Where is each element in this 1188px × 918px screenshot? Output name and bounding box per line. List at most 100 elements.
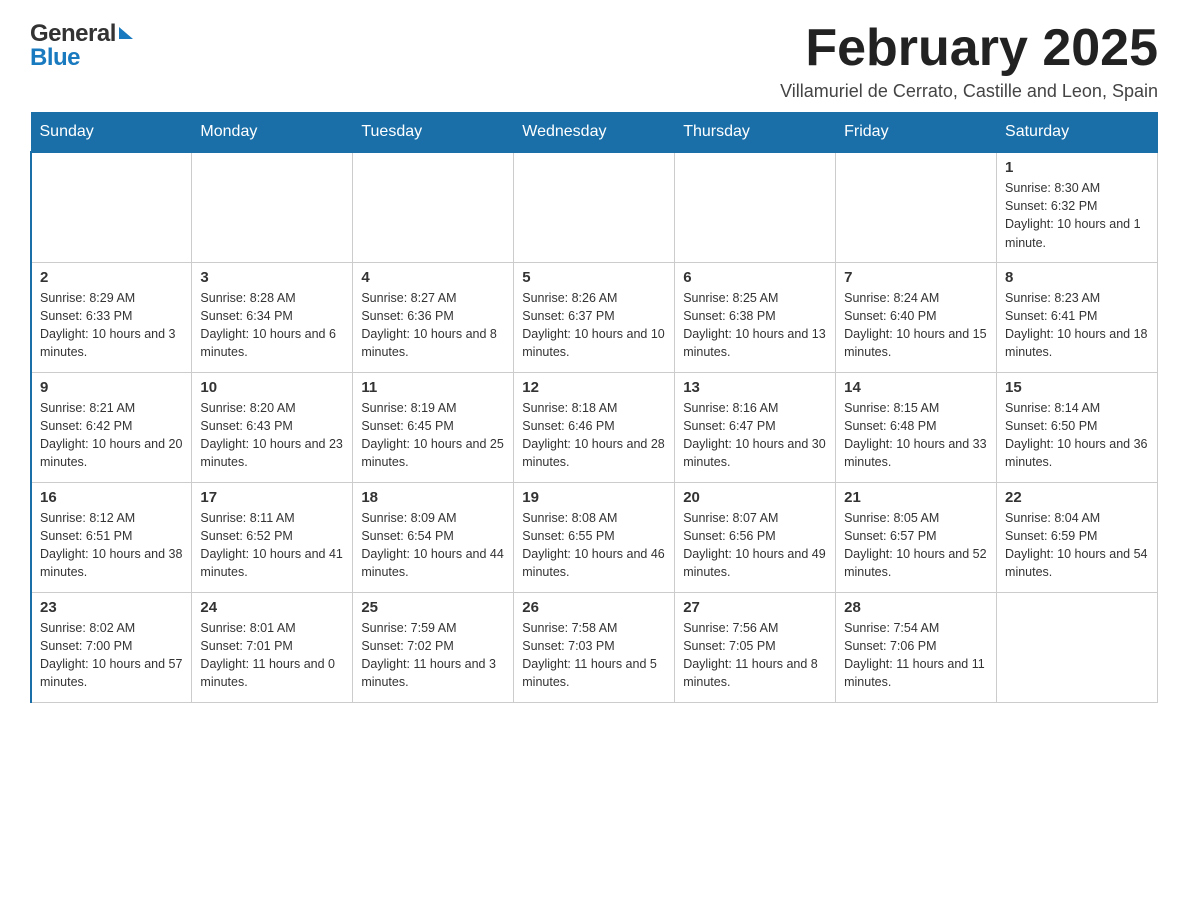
calendar-cell: 21 Sunrise: 8:05 AM Sunset: 6:57 PM Dayli… <box>836 482 997 592</box>
calendar-week-row: 23 Sunrise: 8:02 AM Sunset: 7:00 PM Dayli… <box>31 592 1158 702</box>
day-number: 26 <box>522 599 666 616</box>
day-number: 13 <box>683 379 827 396</box>
day-info: Sunrise: 8:15 AM Sunset: 6:48 PM Dayligh… <box>844 399 988 472</box>
logo-blue-text: Blue <box>30 44 80 72</box>
day-number: 24 <box>200 599 344 616</box>
day-number: 7 <box>844 269 988 286</box>
day-number: 2 <box>40 269 183 286</box>
calendar-cell: 13Sunrise: 8:16 AM Sunset: 6:47 PM Dayli… <box>675 372 836 482</box>
calendar-table: SundayMondayTuesdayWednesdayThursdayFrid… <box>30 112 1158 703</box>
calendar-cell: 12 Sunrise: 8:18 AM Sunset: 6:46 PM Dayli… <box>514 372 675 482</box>
day-number: 10 <box>200 379 344 396</box>
day-info: Sunrise: 8:30 AM Sunset: 6:32 PM Dayligh… <box>1005 179 1149 252</box>
calendar-cell <box>514 152 675 262</box>
calendar-cell <box>353 152 514 262</box>
calendar-cell: 7 Sunrise: 8:24 AM Sunset: 6:40 PM Daylig… <box>836 262 997 372</box>
day-header-thursday: Thursday <box>675 113 836 153</box>
calendar-cell: 5 Sunrise: 8:26 AM Sunset: 6:37 PM Daylig… <box>514 262 675 372</box>
calendar-title: February 2025 <box>780 20 1158 77</box>
day-number: 21 <box>844 489 988 506</box>
calendar-cell: 25 Sunrise: 7:59 AM Sunset: 7:02 PM Dayli… <box>353 592 514 702</box>
day-number: 14 <box>844 379 988 396</box>
calendar-subtitle: Villamuriel de Cerrato, Castille and Leo… <box>780 81 1158 102</box>
calendar-cell: 4 Sunrise: 8:27 AM Sunset: 6:36 PM Daylig… <box>353 262 514 372</box>
day-info: Sunrise: 8:23 AM Sunset: 6:41 PM Dayligh… <box>1005 289 1149 362</box>
day-header-saturday: Saturday <box>997 113 1158 153</box>
day-number: 25 <box>361 599 505 616</box>
calendar-cell: 3 Sunrise: 8:28 AM Sunset: 6:34 PM Daylig… <box>192 262 353 372</box>
day-info: Sunrise: 8:08 AM Sunset: 6:55 PM Dayligh… <box>522 509 666 582</box>
day-info: Sunrise: 8:19 AM Sunset: 6:45 PM Dayligh… <box>361 399 505 472</box>
day-info: Sunrise: 8:25 AM Sunset: 6:38 PM Dayligh… <box>683 289 827 362</box>
day-number: 18 <box>361 489 505 506</box>
calendar-week-row: 1 Sunrise: 8:30 AM Sunset: 6:32 PM Daylig… <box>31 152 1158 262</box>
calendar-cell: 10 Sunrise: 8:20 AM Sunset: 6:43 PM Dayli… <box>192 372 353 482</box>
calendar-week-row: 2Sunrise: 8:29 AM Sunset: 6:33 PM Daylig… <box>31 262 1158 372</box>
day-number: 17 <box>200 489 344 506</box>
day-number: 4 <box>361 269 505 286</box>
day-info: Sunrise: 8:21 AM Sunset: 6:42 PM Dayligh… <box>40 399 183 472</box>
title-area: February 2025 Villamuriel de Cerrato, Ca… <box>780 20 1158 102</box>
calendar-cell: 16 Sunrise: 8:12 AM Sunset: 6:51 PM Dayli… <box>31 482 192 592</box>
day-info: Sunrise: 7:56 AM Sunset: 7:05 PM Dayligh… <box>683 619 827 692</box>
day-number: 23 <box>40 599 183 616</box>
day-number: 12 <box>522 379 666 396</box>
calendar-header-row: SundayMondayTuesdayWednesdayThursdayFrid… <box>31 113 1158 153</box>
day-header-wednesday: Wednesday <box>514 113 675 153</box>
calendar-cell <box>192 152 353 262</box>
day-number: 16 <box>40 489 183 506</box>
calendar-cell: 15Sunrise: 8:14 AM Sunset: 6:50 PM Dayli… <box>997 372 1158 482</box>
day-number: 6 <box>683 269 827 286</box>
calendar-cell: 17 Sunrise: 8:11 AM Sunset: 6:52 PM Dayli… <box>192 482 353 592</box>
day-info: Sunrise: 8:11 AM Sunset: 6:52 PM Dayligh… <box>200 509 344 582</box>
calendar-cell: 2Sunrise: 8:29 AM Sunset: 6:33 PM Daylig… <box>31 262 192 372</box>
day-info: Sunrise: 8:26 AM Sunset: 6:37 PM Dayligh… <box>522 289 666 362</box>
page-header: General Blue February 2025 Villamuriel d… <box>30 20 1158 102</box>
day-number: 9 <box>40 379 183 396</box>
day-number: 27 <box>683 599 827 616</box>
day-info: Sunrise: 8:09 AM Sunset: 6:54 PM Dayligh… <box>361 509 505 582</box>
calendar-cell: 28 Sunrise: 7:54 AM Sunset: 7:06 PM Dayli… <box>836 592 997 702</box>
calendar-cell: 27 Sunrise: 7:56 AM Sunset: 7:05 PM Dayli… <box>675 592 836 702</box>
calendar-week-row: 16 Sunrise: 8:12 AM Sunset: 6:51 PM Dayli… <box>31 482 1158 592</box>
calendar-cell: 20Sunrise: 8:07 AM Sunset: 6:56 PM Dayli… <box>675 482 836 592</box>
calendar-cell: 14 Sunrise: 8:15 AM Sunset: 6:48 PM Dayli… <box>836 372 997 482</box>
calendar-cell <box>997 592 1158 702</box>
calendar-cell <box>675 152 836 262</box>
calendar-week-row: 9 Sunrise: 8:21 AM Sunset: 6:42 PM Daylig… <box>31 372 1158 482</box>
day-info: Sunrise: 8:14 AM Sunset: 6:50 PM Dayligh… <box>1005 399 1149 472</box>
day-number: 8 <box>1005 269 1149 286</box>
day-info: Sunrise: 8:20 AM Sunset: 6:43 PM Dayligh… <box>200 399 344 472</box>
day-info: Sunrise: 8:04 AM Sunset: 6:59 PM Dayligh… <box>1005 509 1149 582</box>
calendar-cell: 18 Sunrise: 8:09 AM Sunset: 6:54 PM Dayli… <box>353 482 514 592</box>
day-info: Sunrise: 8:01 AM Sunset: 7:01 PM Dayligh… <box>200 619 344 692</box>
day-number: 3 <box>200 269 344 286</box>
calendar-cell: 9 Sunrise: 8:21 AM Sunset: 6:42 PM Daylig… <box>31 372 192 482</box>
day-header-sunday: Sunday <box>31 113 192 153</box>
day-number: 28 <box>844 599 988 616</box>
day-number: 19 <box>522 489 666 506</box>
day-info: Sunrise: 7:59 AM Sunset: 7:02 PM Dayligh… <box>361 619 505 692</box>
day-info: Sunrise: 8:24 AM Sunset: 6:40 PM Dayligh… <box>844 289 988 362</box>
day-header-friday: Friday <box>836 113 997 153</box>
calendar-cell: 22 Sunrise: 8:04 AM Sunset: 6:59 PM Dayli… <box>997 482 1158 592</box>
day-number: 22 <box>1005 489 1149 506</box>
day-number: 1 <box>1005 159 1149 176</box>
day-info: Sunrise: 8:12 AM Sunset: 6:51 PM Dayligh… <box>40 509 183 582</box>
calendar-cell: 8 Sunrise: 8:23 AM Sunset: 6:41 PM Daylig… <box>997 262 1158 372</box>
calendar-cell: 26Sunrise: 7:58 AM Sunset: 7:03 PM Dayli… <box>514 592 675 702</box>
day-info: Sunrise: 8:02 AM Sunset: 7:00 PM Dayligh… <box>40 619 183 692</box>
day-info: Sunrise: 8:18 AM Sunset: 6:46 PM Dayligh… <box>522 399 666 472</box>
calendar-cell: 23 Sunrise: 8:02 AM Sunset: 7:00 PM Dayli… <box>31 592 192 702</box>
calendar-cell: 6 Sunrise: 8:25 AM Sunset: 6:38 PM Daylig… <box>675 262 836 372</box>
calendar-cell: 11Sunrise: 8:19 AM Sunset: 6:45 PM Dayli… <box>353 372 514 482</box>
day-info: Sunrise: 7:54 AM Sunset: 7:06 PM Dayligh… <box>844 619 988 692</box>
day-info: Sunrise: 8:27 AM Sunset: 6:36 PM Dayligh… <box>361 289 505 362</box>
day-info: Sunrise: 8:07 AM Sunset: 6:56 PM Dayligh… <box>683 509 827 582</box>
day-info: Sunrise: 8:28 AM Sunset: 6:34 PM Dayligh… <box>200 289 344 362</box>
day-number: 5 <box>522 269 666 286</box>
day-header-tuesday: Tuesday <box>353 113 514 153</box>
day-header-monday: Monday <box>192 113 353 153</box>
calendar-cell: 1 Sunrise: 8:30 AM Sunset: 6:32 PM Daylig… <box>997 152 1158 262</box>
day-info: Sunrise: 8:05 AM Sunset: 6:57 PM Dayligh… <box>844 509 988 582</box>
